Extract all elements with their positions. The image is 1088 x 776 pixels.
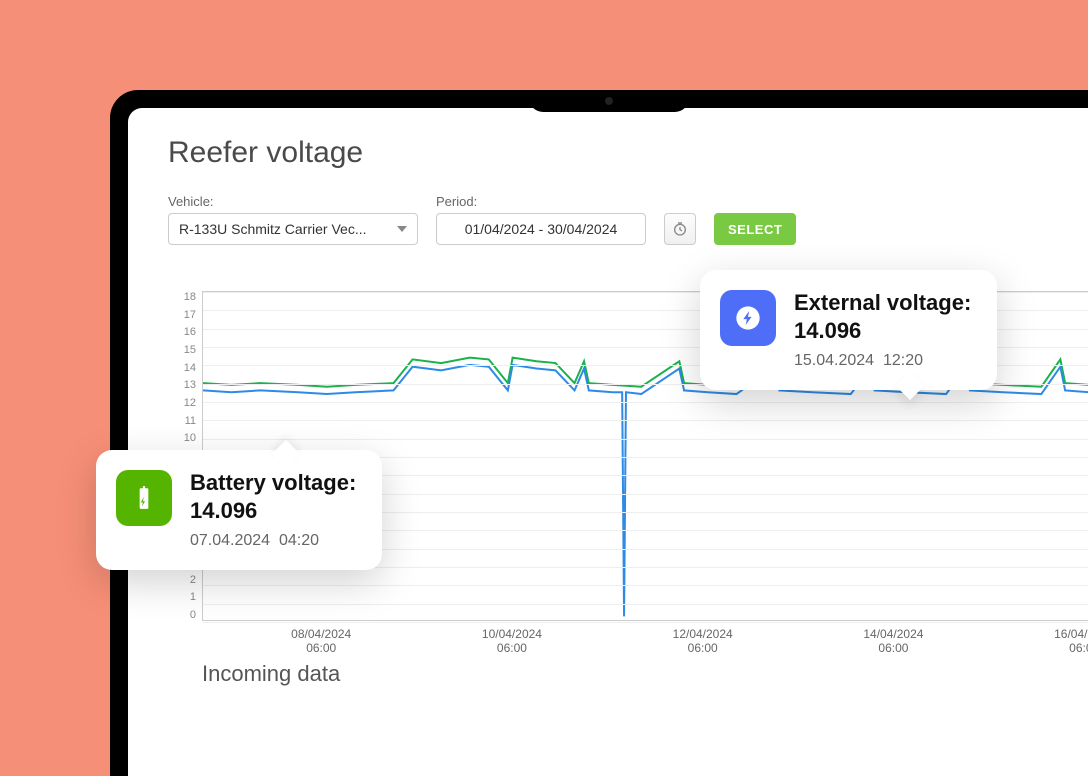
x-axis-labels: 08/04/202406:0010/04/202406:0012/04/2024…: [202, 621, 1088, 653]
period-label: Period:: [436, 194, 646, 209]
section-label: Incoming data: [202, 661, 1088, 687]
battery-icon: [116, 470, 172, 526]
tooltip-text: External voltage: 14.096 15.04.2024 12:2…: [794, 290, 971, 370]
bolt-icon: [720, 290, 776, 346]
page-title: Reefer voltage: [168, 136, 1088, 170]
laptop-frame: Reefer voltage Vehicle: R-133U Schmitz C…: [110, 90, 1088, 776]
laptop-notch: [529, 90, 689, 112]
vehicle-label: Vehicle:: [168, 194, 418, 209]
time-picker-button[interactable]: [664, 213, 696, 245]
vehicle-value: R-133U Schmitz Carrier Vec...: [179, 221, 367, 237]
select-button[interactable]: SELECT: [714, 213, 796, 245]
app-screen: Reefer voltage Vehicle: R-133U Schmitz C…: [128, 108, 1088, 776]
period-value: 01/04/2024 - 30/04/2024: [465, 221, 618, 237]
tooltip-value: 14.096: [190, 498, 356, 524]
tooltip-timestamp: 15.04.2024 12:20: [794, 352, 971, 370]
tooltip-external-voltage: External voltage: 14.096 15.04.2024 12:2…: [700, 270, 997, 390]
tooltip-name: Battery voltage:: [190, 470, 356, 496]
tooltip-value: 14.096: [794, 318, 971, 344]
tooltip-battery-voltage: Battery voltage: 14.096 07.04.2024 04:20: [96, 450, 382, 570]
period-input[interactable]: 01/04/2024 - 30/04/2024: [436, 213, 646, 245]
chevron-down-icon: [397, 226, 407, 232]
tooltip-timestamp: 07.04.2024 04:20: [190, 532, 356, 550]
tooltip-text: Battery voltage: 14.096 07.04.2024 04:20: [190, 470, 356, 550]
vehicle-select[interactable]: R-133U Schmitz Carrier Vec...: [168, 213, 418, 245]
vehicle-field: Vehicle: R-133U Schmitz Carrier Vec...: [168, 194, 418, 245]
clock-icon: [672, 221, 688, 237]
period-field: Period: 01/04/2024 - 30/04/2024: [436, 194, 646, 245]
filter-bar: Vehicle: R-133U Schmitz Carrier Vec... P…: [168, 194, 1088, 245]
tooltip-name: External voltage:: [794, 290, 971, 316]
